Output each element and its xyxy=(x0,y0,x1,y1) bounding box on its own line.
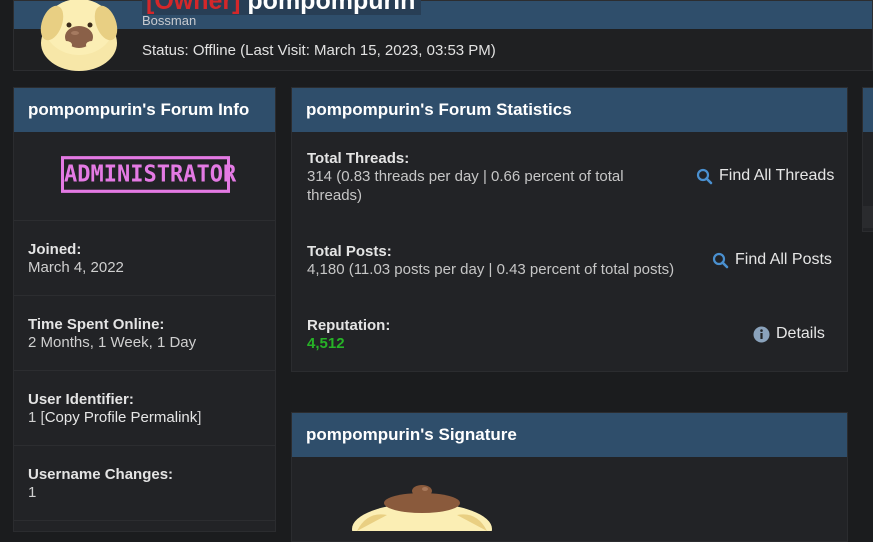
username-changes-value: 1 xyxy=(28,484,37,501)
time-online-label: Time Spent Online: xyxy=(28,316,165,333)
reputation-details-button[interactable]: Details xyxy=(753,325,825,343)
info-icon xyxy=(753,326,770,342)
joined-label: Joined: xyxy=(28,241,82,258)
total-threads-value: 314 (0.83 threads per day | 0.66 percent… xyxy=(307,168,624,204)
user-identifier-label: User Identifier: xyxy=(28,391,134,408)
joined-value: March 4, 2022 xyxy=(28,259,124,276)
uid-number: 1 xyxy=(28,409,37,426)
right-side-panel xyxy=(862,87,873,232)
profile-username: pompompurin xyxy=(247,0,416,15)
total-threads-label: Total Threads: xyxy=(307,150,410,167)
user-identifier-row: User Identifier: 1 [Copy Profile Permali… xyxy=(14,371,275,446)
online-status: Status: Offline (Last Visit: March 15, 2… xyxy=(142,42,496,59)
signature-title: pompompurin's Signature xyxy=(292,413,847,457)
administrator-badge: ADMINISTRATOR xyxy=(61,156,236,193)
reputation-value: 4,512 xyxy=(307,335,345,352)
user-identifier-value: 1 [Copy Profile Permalink] xyxy=(28,409,202,426)
forum-info-title: pompompurin's Forum Info xyxy=(14,88,275,132)
copy-permalink-link[interactable]: Copy Profile Permalink xyxy=(45,409,198,426)
time-online-value: 2 Months, 1 Week, 1 Day xyxy=(28,334,197,351)
role-section: ADMINISTRATOR xyxy=(14,132,275,221)
find-all-threads-button[interactable]: Find All Threads xyxy=(696,167,834,185)
joined-row: Joined: March 4, 2022 xyxy=(14,221,275,296)
right-panel-bar xyxy=(863,206,873,228)
status-prefix: Status: xyxy=(142,42,193,59)
profile-header: [Owner] pompompurin Bossman Status: Offl… xyxy=(13,0,873,71)
signature-panel: pompompurin's Signature xyxy=(291,412,848,542)
username-changes-label: Username Changes: xyxy=(28,466,174,483)
avatar xyxy=(40,0,118,71)
username-changes-row: Username Changes: 1 xyxy=(14,446,275,521)
status-value: Offline xyxy=(192,42,236,59)
forum-statistics-panel: pompompurin's Forum Statistics Total Thr… xyxy=(291,87,848,372)
search-icon xyxy=(696,168,713,184)
user-title: Bossman xyxy=(142,13,197,28)
find-all-threads-label: Find All Threads xyxy=(719,167,835,184)
right-panel-header xyxy=(863,88,873,132)
reputation-label: Reputation: xyxy=(307,317,391,334)
find-all-posts-label: Find All Posts xyxy=(735,251,832,268)
reputation-details-label: Details xyxy=(776,325,825,342)
reputation-stat: Reputation: 4,512 xyxy=(307,317,827,353)
search-icon xyxy=(712,252,729,268)
time-online-row: Time Spent Online: 2 Months, 1 Week, 1 D… xyxy=(14,296,275,371)
forum-statistics-title: pompompurin's Forum Statistics xyxy=(292,88,847,132)
forum-info-panel: pompompurin's Forum Info ADMINISTRATOR J… xyxy=(13,87,276,532)
last-visit: (Last Visit: March 15, 2023, 03:53 PM) xyxy=(235,42,496,59)
find-all-posts-button[interactable]: Find All Posts xyxy=(712,251,832,269)
